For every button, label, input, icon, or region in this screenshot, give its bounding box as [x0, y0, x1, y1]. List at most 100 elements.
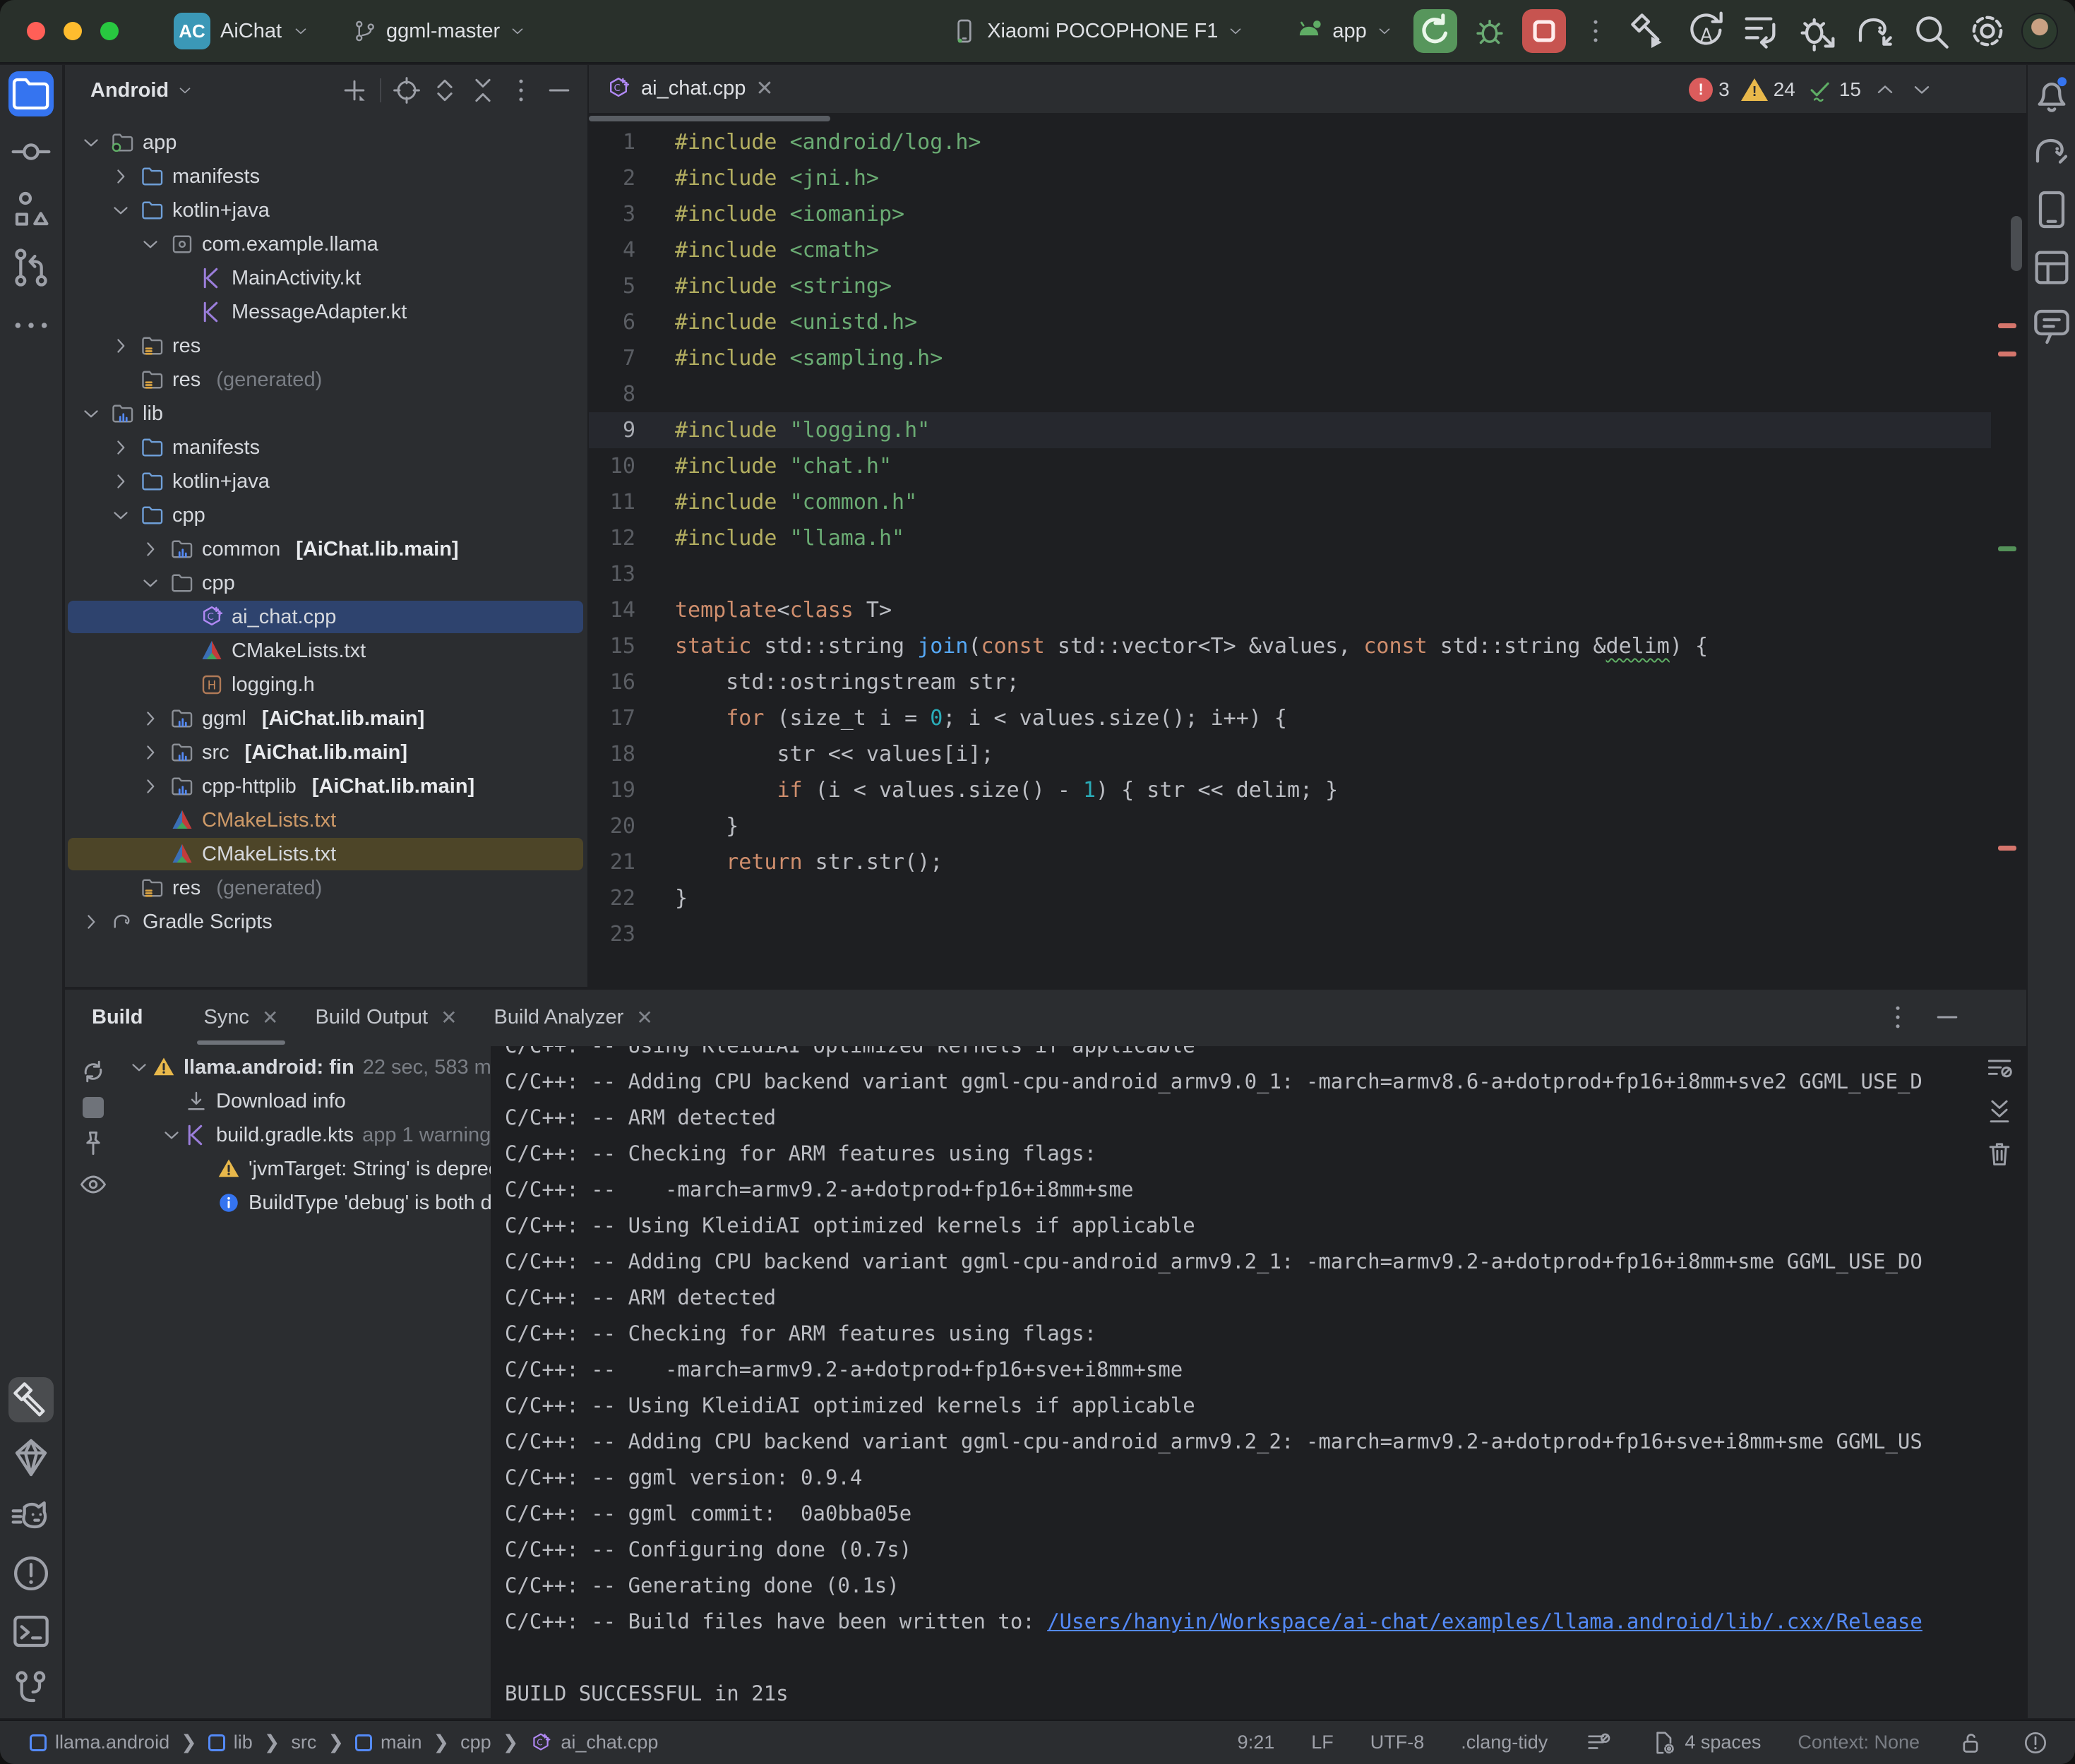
- sync-tree-row[interactable]: llama.android: fin22 sec, 583 ms: [121, 1050, 491, 1084]
- tree-row[interactable]: MainActivity.kt: [65, 261, 587, 295]
- passed-count[interactable]: 15: [1807, 76, 1861, 103]
- commit-tool-icon[interactable]: [8, 129, 54, 174]
- build-tab-sync[interactable]: Sync✕: [186, 990, 297, 1045]
- tree-row[interactable]: res: [65, 329, 587, 363]
- tree-row[interactable]: lib: [65, 397, 587, 431]
- tree-row[interactable]: kotlin+java: [65, 193, 587, 227]
- tree-row[interactable]: com.example.llama: [65, 227, 587, 261]
- code-line[interactable]: 9#include "logging.h": [589, 412, 1991, 448]
- breadcrumb-item[interactable]: Cai_chat.cpp: [530, 1732, 658, 1754]
- device-selector[interactable]: Xiaomi POCOPHONE F1: [950, 17, 1245, 45]
- tree-row[interactable]: cpp: [65, 566, 587, 600]
- context-widget[interactable]: Context: None: [1798, 1732, 1920, 1753]
- code-line[interactable]: 15static std::string join(const std::vec…: [589, 628, 1991, 664]
- formatter-icon[interactable]: [1584, 1729, 1613, 1757]
- code-line[interactable]: 3#include <iomanip>: [589, 196, 1991, 232]
- gradle-sync-icon[interactable]: [1852, 8, 1897, 54]
- tree-row[interactable]: Cai_chat.cpp: [65, 600, 587, 634]
- build-options-kebab-icon[interactable]: [1882, 1002, 1913, 1033]
- close-tab-icon[interactable]: ✕: [636, 1006, 652, 1029]
- caret-position-widget[interactable]: 9:21: [1238, 1732, 1275, 1753]
- code-line[interactable]: 21 return str.str();: [589, 844, 1991, 880]
- breadcrumb[interactable]: llama.android❯lib❯src❯main❯cpp❯Cai_chat.…: [30, 1732, 658, 1754]
- code-line[interactable]: 8: [589, 376, 1991, 412]
- layout-inspector-tool-icon[interactable]: [2029, 245, 2074, 290]
- minimize-window-button[interactable]: [64, 22, 82, 40]
- notifications-bell-icon[interactable]: [2029, 71, 2074, 116]
- indent-widget[interactable]: 4 spaces: [1649, 1729, 1761, 1757]
- tree-row[interactable]: CMakeLists.txt: [65, 634, 587, 668]
- sync-tree-row[interactable]: build.gradle.ktsapp 1 warning: [121, 1118, 491, 1152]
- code-line[interactable]: 10#include "chat.h": [589, 448, 1991, 484]
- error-stripe-mark[interactable]: [1998, 846, 2016, 851]
- code-line[interactable]: 13: [589, 556, 1991, 592]
- pull-requests-tool-icon[interactable]: [8, 245, 54, 290]
- code-line[interactable]: 16 std::ostringstream str;: [589, 664, 1991, 700]
- tree-row[interactable]: cpp: [65, 498, 587, 532]
- code-line[interactable]: 17 for (size_t i = 0; i < values.size();…: [589, 700, 1991, 736]
- close-tab-icon[interactable]: ✕: [755, 76, 773, 101]
- breadcrumb-item[interactable]: main: [355, 1732, 422, 1753]
- tree-row[interactable]: ggml[AiChat.lib.main]: [65, 702, 587, 736]
- code-line[interactable]: 7#include <sampling.h>: [589, 340, 1991, 376]
- zoom-window-button[interactable]: [100, 22, 119, 40]
- more-run-options-icon[interactable]: [1580, 16, 1611, 47]
- pin-tab-icon[interactable]: [78, 1128, 109, 1159]
- clear-all-icon[interactable]: [1984, 1138, 2015, 1169]
- terminal-tool-icon[interactable]: [8, 1609, 54, 1654]
- code-line[interactable]: 1#include <android/log.h>: [589, 124, 1991, 160]
- tree-row[interactable]: CMakeLists.txt: [65, 803, 587, 837]
- tree-row[interactable]: CMakeLists.txt: [65, 837, 587, 871]
- device-manager-tool-icon[interactable]: [2029, 187, 2074, 232]
- code-line[interactable]: 5#include <string>: [589, 268, 1991, 304]
- tree-row[interactable]: manifests: [65, 431, 587, 464]
- tree-row[interactable]: common[AiChat.lib.main]: [65, 532, 587, 566]
- search-icon[interactable]: [1908, 8, 1954, 54]
- tree-row[interactable]: manifests: [65, 160, 587, 193]
- tree-row[interactable]: res(generated): [65, 363, 587, 397]
- preview-icon[interactable]: [78, 1169, 109, 1200]
- close-window-button[interactable]: [27, 22, 45, 40]
- scroll-to-end-icon[interactable]: [1984, 1096, 2015, 1127]
- build-tab-build-output[interactable]: Build Output✕: [297, 990, 475, 1045]
- code-line[interactable]: 12#include "llama.h": [589, 520, 1991, 556]
- more-tools-icon[interactable]: [8, 303, 54, 348]
- error-stripe-mark[interactable]: [1998, 352, 2016, 356]
- attach-debugger-icon[interactable]: [1795, 8, 1841, 54]
- code-line[interactable]: 11#include "common.h": [589, 484, 1991, 520]
- code-line[interactable]: 20 }: [589, 808, 1991, 844]
- editor-error-stripe[interactable]: [1991, 124, 2026, 987]
- tree-row[interactable]: res(generated): [65, 871, 587, 905]
- tree-row[interactable]: src[AiChat.lib.main]: [65, 736, 587, 769]
- project-widget[interactable]: AC AiChat: [174, 13, 310, 49]
- build-hammer-run-icon[interactable]: [1626, 8, 1671, 54]
- breadcrumb-item[interactable]: src: [291, 1732, 316, 1753]
- error-count[interactable]: ! 3: [1689, 78, 1730, 102]
- add-icon[interactable]: [339, 75, 370, 106]
- apply-changes-icon[interactable]: A: [1682, 8, 1728, 54]
- code-style-widget[interactable]: .clang-tidy: [1461, 1732, 1548, 1753]
- project-view-selector[interactable]: Android: [90, 79, 169, 102]
- build-tool-icon[interactable]: [8, 1377, 54, 1422]
- status-problems-icon[interactable]: [2021, 1729, 2050, 1757]
- stop-sync-icon[interactable]: [83, 1097, 104, 1118]
- inspections-widget[interactable]: ! 3 ! 24 15: [1689, 76, 1935, 103]
- soft-wrap-icon[interactable]: [1984, 1053, 2015, 1084]
- tree-row[interactable]: Hlogging.h: [65, 668, 587, 702]
- editor-scrollbar-thumb[interactable]: [2011, 216, 2022, 271]
- code-line[interactable]: 2#include <jni.h>: [589, 160, 1991, 196]
- structure-tool-icon[interactable]: [8, 187, 54, 232]
- tree-row[interactable]: kotlin+java: [65, 464, 587, 498]
- breadcrumb-item[interactable]: cpp: [460, 1732, 491, 1753]
- profiler-icon[interactable]: [1739, 8, 1784, 54]
- code-line[interactable]: 6#include <unistd.h>: [589, 304, 1991, 340]
- build-console[interactable]: C/C++: -- Using KleidiAI optimized kerne…: [491, 1046, 2026, 1718]
- app-insights-tool-icon[interactable]: [8, 1435, 54, 1480]
- macos-window-controls[interactable]: [27, 22, 119, 40]
- build-output-path-link[interactable]: /Users/hanyin/Workspace/ai-chat/examples…: [1047, 1609, 1922, 1633]
- hide-panel-icon[interactable]: [544, 75, 575, 106]
- code-line[interactable]: 18 str << values[i];: [589, 736, 1991, 772]
- user-avatar[interactable]: [2021, 13, 2058, 49]
- run-configuration-selector[interactable]: app: [1294, 16, 1393, 46]
- code-line[interactable]: 14template<class T>: [589, 592, 1991, 628]
